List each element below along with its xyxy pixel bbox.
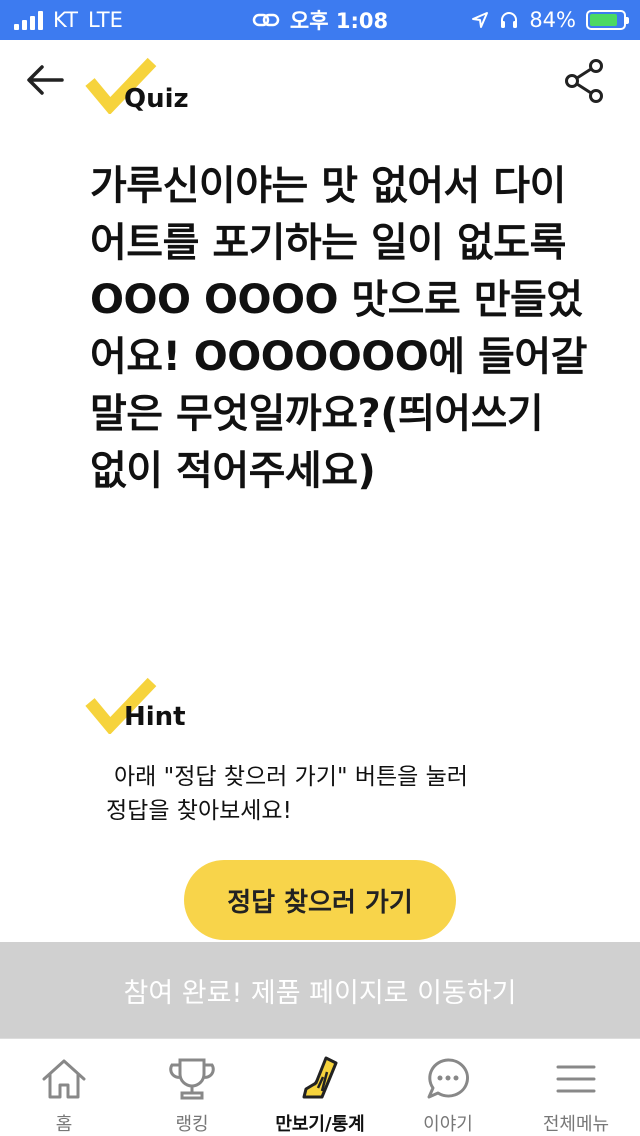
battery-icon	[586, 10, 629, 30]
hint-label: Hint	[124, 702, 186, 732]
home-icon	[38, 1053, 90, 1104]
nav-label-pedometer: 만보기/통계	[275, 1114, 365, 1135]
nav-item-all-menu[interactable]: 전체메뉴	[512, 1039, 640, 1136]
nav-label-story: 이야기	[423, 1114, 473, 1135]
location-arrow-icon	[472, 12, 489, 28]
quiz-label: Quiz	[124, 84, 189, 114]
nav-item-pedometer[interactable]: 만보기/통계	[256, 1039, 384, 1136]
share-icon	[565, 59, 603, 103]
hint-line-1: 아래 "정답 찾으러 가기" 버튼을 눌러	[114, 764, 468, 790]
find-answer-button[interactable]: 정답 찾으러 가기	[184, 860, 456, 940]
status-bar: KT LTE 오후 1:08 84%	[0, 0, 640, 40]
clock: 오후 1:08	[289, 9, 389, 33]
participation-complete-button[interactable]: 참여 완료! 제품 페이지로 이동하기	[0, 942, 640, 1038]
back-button[interactable]	[24, 62, 68, 98]
nav-label-ranking: 랭킹	[175, 1114, 209, 1135]
quiz-question: 가루신이야는 맛 없어서 다이어트를 포기하는 일이 없도록 OOO OOOO …	[90, 163, 587, 494]
arrow-left-icon	[27, 65, 64, 95]
share-button[interactable]	[564, 58, 608, 104]
link-icon	[252, 13, 280, 27]
nav-item-ranking[interactable]: 랭킹	[128, 1039, 256, 1136]
trophy-icon	[166, 1053, 218, 1104]
shoe-icon	[294, 1053, 346, 1104]
hamburger-menu-icon	[550, 1053, 602, 1104]
hint-line-2: 정답을 찾아보세요!	[106, 798, 292, 824]
nav-item-home[interactable]: 홈	[0, 1039, 128, 1136]
bottom-nav: 홈 랭킹 만보기/통계 이야기 전체메뉴	[0, 1038, 640, 1136]
status-right: 84%	[471, 0, 629, 40]
battery-percent: 84%	[529, 8, 576, 32]
nav-item-story[interactable]: 이야기	[384, 1039, 512, 1136]
hint-text: 아래 "정답 찾으러 가기" 버튼을 눌러 정답을 찾아보세요!	[106, 760, 546, 828]
nav-label-all-menu: 전체메뉴	[542, 1114, 610, 1135]
nav-label-home: 홈	[55, 1114, 73, 1135]
headphones-icon	[501, 12, 518, 28]
chat-bubble-icon	[422, 1053, 474, 1104]
